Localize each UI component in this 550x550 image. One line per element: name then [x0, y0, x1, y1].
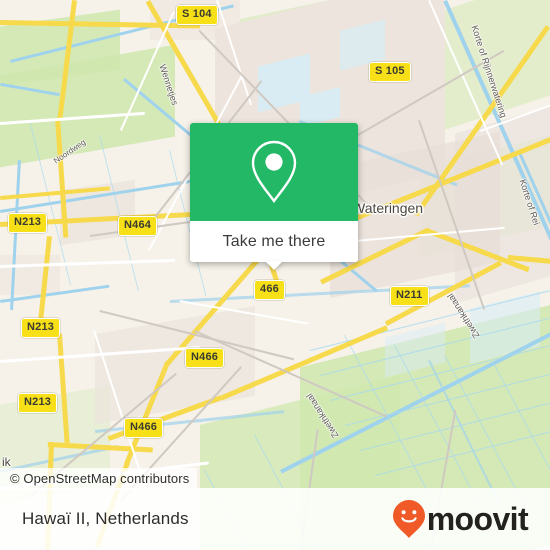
- road-shield[interactable]: 466: [254, 280, 285, 300]
- moovit-smiley-pin-icon: [392, 500, 425, 538]
- moovit-logo[interactable]: moovit: [392, 499, 529, 539]
- road-shield[interactable]: N466: [185, 348, 225, 368]
- road-shield[interactable]: N213: [21, 318, 61, 338]
- osm-attribution[interactable]: © OpenStreetMap contributors: [0, 468, 198, 490]
- take-me-there-button[interactable]: Take me there: [223, 233, 326, 251]
- map-place-label-edge: ik: [2, 455, 11, 469]
- road-shield[interactable]: N466: [124, 418, 164, 438]
- footer-bar: Hawaï II, Netherlands moovit: [0, 488, 550, 550]
- location-popup-card[interactable]: Take me there: [190, 123, 358, 270]
- map-screenshot: S 104 S 105 N213 N464 N213 N213 466 N211…: [0, 0, 550, 550]
- moovit-wordmark: moovit: [426, 501, 529, 537]
- popup-footer[interactable]: Take me there: [190, 221, 358, 270]
- road-shield[interactable]: N213: [8, 213, 48, 233]
- road-shield[interactable]: S 105: [369, 62, 411, 82]
- popup-header: [190, 123, 358, 221]
- road-shield[interactable]: N213: [18, 393, 58, 413]
- road-shield[interactable]: N464: [118, 216, 158, 236]
- road-shield[interactable]: S 104: [176, 5, 218, 25]
- map-pin-icon: [251, 140, 297, 204]
- popup-pointer-tail: [265, 261, 283, 270]
- map-canvas[interactable]: S 104 S 105 N213 N464 N213 N213 466 N211…: [0, 0, 550, 550]
- place-title: Hawaï II, Netherlands: [22, 509, 189, 528]
- map-place-label-wateringen: Wateringen: [352, 200, 424, 216]
- road-shield[interactable]: N211: [390, 286, 429, 306]
